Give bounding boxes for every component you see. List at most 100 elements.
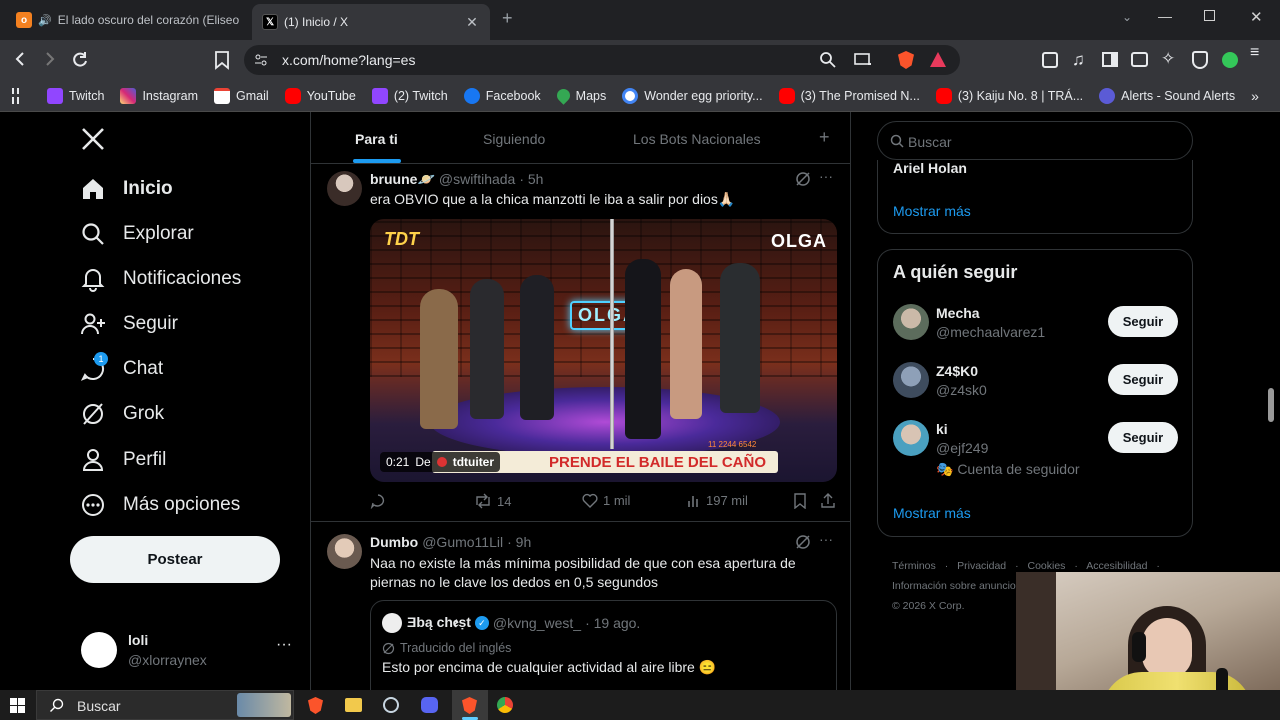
minimize-button[interactable]: — bbox=[1158, 8, 1172, 24]
bookmark-tweet-icon[interactable] bbox=[793, 493, 807, 509]
nav-profile[interactable]: Perfil bbox=[80, 447, 166, 473]
reply-button[interactable] bbox=[370, 493, 386, 509]
video-source-account[interactable]: tdtuiter bbox=[453, 455, 494, 469]
brave-shields-icon[interactable] bbox=[898, 51, 914, 69]
address-bar[interactable]: x.com/home?lang=es bbox=[244, 45, 960, 75]
avatar[interactable] bbox=[327, 534, 362, 569]
nav-explore[interactable]: Explorar bbox=[80, 221, 194, 247]
tweet-author-handle[interactable]: @swiftihada bbox=[439, 171, 515, 188]
account-switcher[interactable]: loli @xlorraynex ··· bbox=[80, 630, 295, 674]
like-button[interactable]: 1 mil bbox=[582, 493, 630, 508]
nav-home[interactable]: Inicio bbox=[80, 176, 173, 202]
grok-explain-icon[interactable] bbox=[795, 171, 811, 187]
nav-chat[interactable]: 1 Chat bbox=[80, 352, 163, 382]
steam-icon[interactable] bbox=[383, 697, 399, 713]
bookmark-gmail[interactable]: Gmail bbox=[214, 87, 269, 104]
back-arrow-icon[interactable] bbox=[12, 50, 30, 68]
profile-icon[interactable] bbox=[1222, 52, 1238, 68]
trend-item[interactable]: Ariel Holan bbox=[893, 160, 967, 176]
tweet-video[interactable]: OLGA TDT OLGA PRENDE EL BAILE DEL CAÑO 1… bbox=[370, 219, 837, 482]
close-window-button[interactable]: ✕ bbox=[1250, 8, 1263, 26]
forward-arrow-icon[interactable] bbox=[40, 50, 58, 68]
show-more-link[interactable]: Mostrar más bbox=[893, 505, 971, 521]
file-explorer-icon[interactable] bbox=[345, 698, 362, 712]
bookmark-twitch-2[interactable]: (2) Twitch bbox=[371, 87, 448, 104]
apps-grid-icon[interactable] bbox=[12, 87, 19, 104]
more-dots-icon[interactable]: ··· bbox=[276, 636, 292, 654]
brave-taskbar-icon[interactable] bbox=[308, 697, 323, 714]
menu-icon[interactable]: ≡ bbox=[1250, 45, 1259, 61]
footer-link[interactable]: Términos bbox=[892, 560, 936, 572]
nav-more-options[interactable]: Más opciones bbox=[80, 492, 240, 518]
follow-suggestion[interactable]: Mecha @mechaalvarez1 Seguir bbox=[878, 300, 1194, 350]
discord-icon[interactable] bbox=[421, 697, 438, 713]
add-tab-icon[interactable]: + bbox=[819, 127, 830, 148]
restore-button[interactable] bbox=[1204, 10, 1215, 21]
bookmark-kaiju[interactable]: (3) Kaiju No. 8 | TRÁ... bbox=[935, 87, 1083, 104]
bookmark-wonder-egg[interactable]: Wonder egg priority... bbox=[622, 87, 763, 104]
translated-label[interactable]: Traducido del inglés bbox=[400, 641, 511, 655]
site-info-icon[interactable] bbox=[254, 53, 268, 67]
tweet-time[interactable]: · 9h bbox=[507, 534, 531, 550]
follow-suggestion[interactable]: ki @ejf249 🎭 Cuenta de seguidor Seguir bbox=[878, 416, 1194, 486]
views-button[interactable]: 197 mil bbox=[687, 493, 748, 508]
footer-link[interactable]: Privacidad bbox=[957, 560, 1006, 572]
post-button[interactable]: Postear bbox=[70, 536, 280, 583]
search-box[interactable]: Buscar bbox=[877, 121, 1193, 160]
retweet-button[interactable]: 14 bbox=[474, 493, 511, 509]
wallet-icon[interactable] bbox=[1131, 52, 1148, 67]
bookmark-maps[interactable]: Maps bbox=[553, 86, 606, 105]
bookmark-twitch[interactable]: Twitch bbox=[47, 87, 104, 104]
bookmark-instagram[interactable]: Instagram bbox=[120, 87, 198, 104]
tab-los-bots-nacionales[interactable]: Los Bots Nacionales bbox=[633, 131, 761, 147]
tweet-author-handle[interactable]: @Gumo11Lil bbox=[422, 534, 503, 550]
sidebar-toggle-icon[interactable] bbox=[1102, 52, 1118, 67]
tweet-more-icon[interactable]: ··· bbox=[819, 168, 833, 184]
share-icon[interactable] bbox=[820, 493, 836, 509]
speaker-icon[interactable]: 🔊 bbox=[38, 14, 52, 27]
more-bookmarks-icon[interactable]: » bbox=[1251, 88, 1259, 104]
nav-follow[interactable]: Seguir bbox=[80, 311, 178, 337]
tweet[interactable]: Dumbo @Gumo11Lil · 9h ··· Naa no existe … bbox=[311, 522, 850, 690]
cast-icon[interactable] bbox=[854, 52, 872, 68]
close-tab-icon[interactable]: ✕ bbox=[462, 14, 482, 31]
show-more-link[interactable]: Mostrar más bbox=[893, 203, 971, 219]
tab-para-ti[interactable]: Para ti bbox=[353, 131, 401, 163]
new-tab-button[interactable]: + bbox=[502, 8, 513, 29]
grok-explain-icon[interactable] bbox=[795, 534, 811, 550]
bookmark-youtube[interactable]: YouTube bbox=[284, 87, 356, 104]
taskbar-search[interactable]: Buscar bbox=[36, 690, 294, 720]
brave-rewards-icon[interactable] bbox=[930, 52, 946, 67]
follow-button[interactable]: Seguir bbox=[1108, 422, 1178, 453]
tab-siguiendo[interactable]: Siguiendo bbox=[483, 131, 545, 147]
follow-button[interactable]: Seguir bbox=[1108, 306, 1178, 337]
browser-tab-active[interactable]: 𝕏 (1) Inicio / X ✕ bbox=[252, 4, 490, 40]
nav-grok[interactable]: Grok bbox=[80, 401, 164, 427]
footer-link[interactable]: Cookies bbox=[1027, 560, 1065, 572]
reload-icon[interactable] bbox=[70, 50, 90, 70]
tweet[interactable]: bruune🪐 @swiftihada · 5h ··· era OBVIO q… bbox=[311, 164, 850, 522]
footer-link[interactable]: Información sobre anuncios bbox=[892, 580, 1021, 592]
follow-button[interactable]: Seguir bbox=[1108, 364, 1178, 395]
avatar[interactable] bbox=[327, 171, 362, 206]
brave-active-taskbar-icon[interactable] bbox=[452, 690, 488, 720]
tab-search-icon[interactable]: ⌄ bbox=[1122, 10, 1132, 24]
footer-link[interactable]: Accesibilidad bbox=[1086, 560, 1147, 572]
zoom-icon[interactable] bbox=[819, 51, 837, 69]
browser-tab-inactive[interactable]: o 🔊 El lado oscuro del corazón (Eliseo bbox=[8, 6, 244, 34]
quoted-tweet[interactable]: Ǝbą ch𝖊ṣt ✓ @kvng_west_ · 19 ago. Traduc… bbox=[370, 600, 837, 690]
bookmark-facebook[interactable]: Facebook bbox=[463, 87, 541, 104]
leo-ai-icon[interactable]: ✧ bbox=[1161, 49, 1175, 69]
extensions-icon[interactable] bbox=[1042, 52, 1058, 68]
tweet-author-name[interactable]: Dumbo bbox=[370, 534, 418, 550]
bookmark-icon[interactable] bbox=[214, 50, 230, 70]
tweet-more-icon[interactable]: ··· bbox=[819, 531, 833, 547]
page-scrollbar[interactable] bbox=[1268, 388, 1274, 422]
windows-start-icon[interactable] bbox=[10, 698, 25, 713]
tweet-author-name[interactable]: bruune🪐 bbox=[370, 171, 435, 188]
music-icon[interactable]: ♫ bbox=[1072, 50, 1085, 70]
bookmark-promised-neverland[interactable]: (3) The Promised N... bbox=[778, 87, 920, 104]
tweet-time[interactable]: · 5h bbox=[519, 171, 543, 188]
bookmark-sound-alerts[interactable]: Alerts - Sound Alerts bbox=[1099, 87, 1235, 104]
vpn-icon[interactable] bbox=[1192, 51, 1208, 69]
